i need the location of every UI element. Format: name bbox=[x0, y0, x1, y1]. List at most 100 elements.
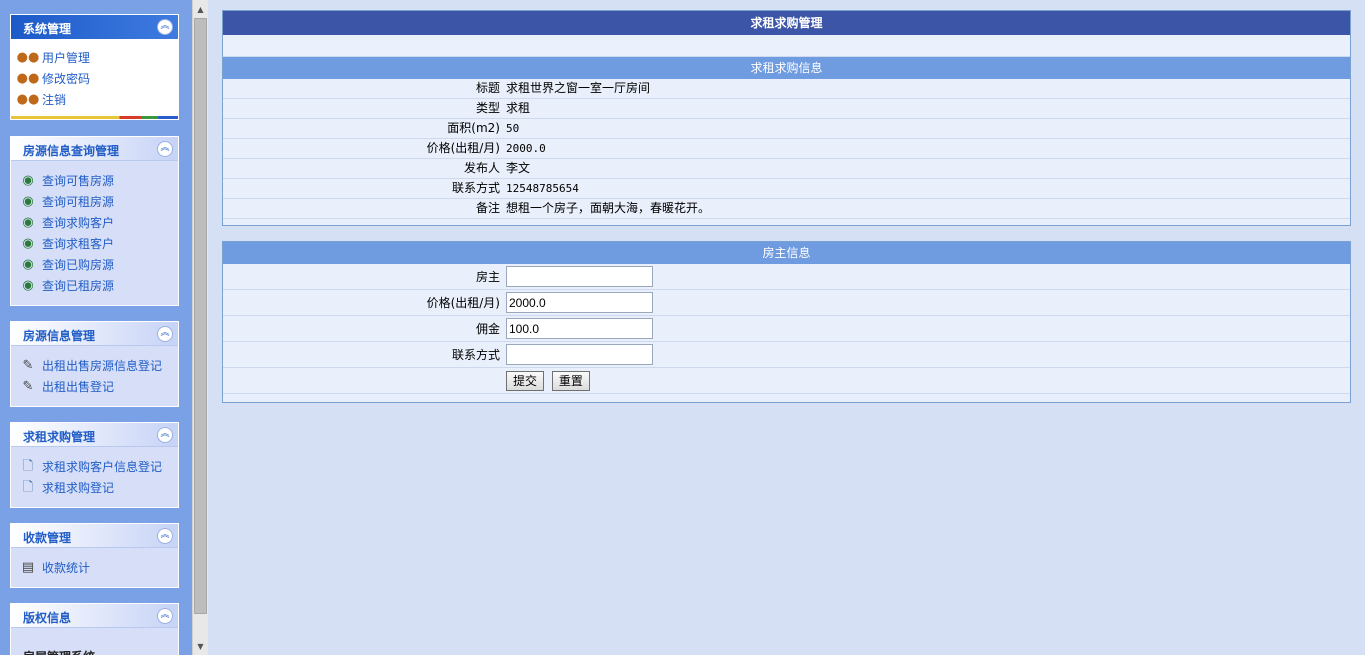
owner-name-input[interactable] bbox=[506, 266, 653, 287]
panel-header: 收款管理 ︽ bbox=[11, 524, 178, 548]
info-label: 标题 bbox=[475, 81, 500, 95]
sidebar-item-client-register[interactable]: 🗋 求租求购客户信息登记 bbox=[19, 456, 178, 477]
panel-body: 🗋 求租求购客户信息登记 🗋 求租求购登记 bbox=[11, 447, 178, 498]
form-row: 房主 bbox=[223, 264, 1350, 290]
color-strip bbox=[11, 116, 178, 119]
reset-button[interactable]: 重置 bbox=[551, 370, 590, 391]
edit-icon: ✎ bbox=[22, 378, 34, 394]
panel-title: 房源信息管理 bbox=[23, 329, 96, 343]
spacer-row bbox=[223, 35, 1350, 57]
scroll-up-arrow-icon[interactable]: ▲ bbox=[193, 2, 208, 18]
info-row: 发布人 李文 bbox=[223, 159, 1350, 179]
commission-input[interactable] bbox=[506, 318, 653, 339]
submit-button[interactable]: 提交 bbox=[506, 370, 545, 391]
globe-icon: ◉ bbox=[22, 256, 34, 272]
sidebar-item-label: 查询已租房源 bbox=[42, 278, 115, 293]
globe-icon: ◉ bbox=[22, 214, 34, 230]
users-icon: ●● bbox=[16, 49, 40, 65]
scroll-thumb[interactable] bbox=[194, 18, 207, 614]
info-row: 标题 求租世界之窗一室一厅房间 bbox=[223, 79, 1350, 99]
form-label: 价格(出租/月) bbox=[426, 296, 500, 310]
panel-body: ●● 用户管理 ●● 修改密码 ●● 注销 bbox=[11, 39, 178, 119]
panel-header: 系统管理 ︽ bbox=[11, 15, 178, 39]
scroll-down-arrow-icon[interactable]: ▼ bbox=[193, 639, 208, 655]
form-row-buttons: 提交 重置 bbox=[223, 368, 1350, 394]
statistics-icon: ▤ bbox=[21, 559, 35, 575]
info-label: 发布人 bbox=[463, 161, 500, 175]
collapse-icon[interactable]: ︽ bbox=[157, 427, 173, 443]
sidebar-item-logout[interactable]: ●● 注销 bbox=[16, 89, 178, 110]
panel-title: 版权信息 bbox=[23, 611, 72, 625]
info-label: 面积(m2) bbox=[447, 121, 500, 135]
info-label: 类型 bbox=[475, 101, 500, 115]
sidebar-item-query-sold[interactable]: ◉ 查询已购房源 bbox=[19, 254, 178, 275]
sidebar-item-query-buyers[interactable]: ◉ 查询求购客户 bbox=[19, 212, 178, 233]
sidebar-item-house-register[interactable]: ✎ 出租出售房源信息登记 bbox=[19, 355, 178, 376]
form-label: 联系方式 bbox=[451, 348, 500, 362]
panel-body: 房屋管理系统 bbox=[11, 628, 178, 655]
info-value: 想租一个房子，面朝大海，春暖花开。 bbox=[506, 201, 711, 215]
sidebar-item-rent-register[interactable]: 🗋 求租求购登记 bbox=[19, 477, 178, 498]
info-value: 50 bbox=[506, 122, 520, 135]
sidebar-item-query-renters[interactable]: ◉ 查询求租客户 bbox=[19, 233, 178, 254]
panel-title: 房源信息查询管理 bbox=[23, 144, 120, 158]
contact-input[interactable] bbox=[506, 344, 653, 365]
section-header: 求租求购信息 bbox=[223, 57, 1350, 79]
form-label: 佣金 bbox=[475, 322, 500, 336]
panel-header: 房源信息管理 ︽ bbox=[11, 322, 178, 346]
globe-icon: ◉ bbox=[22, 235, 34, 251]
panel-payment-management: 收款管理 ︽ ▤ 收款统计 bbox=[10, 523, 179, 588]
users-icon: ●● bbox=[16, 91, 40, 107]
sidebar-item-label: 查询已购房源 bbox=[42, 257, 115, 272]
sidebar-item-label: 查询可售房源 bbox=[42, 173, 115, 188]
collapse-icon[interactable]: ︽ bbox=[157, 141, 173, 157]
collapse-icon[interactable]: ︽ bbox=[157, 326, 173, 342]
sidebar-item-query-rented[interactable]: ◉ 查询已租房源 bbox=[19, 275, 178, 296]
sidebar-item-query-rent[interactable]: ◉ 查询可租房源 bbox=[19, 191, 178, 212]
rent-info-box: 求租求购管理 求租求购信息 标题 求租世界之窗一室一厅房间 类型 求租 面积(m… bbox=[222, 10, 1351, 226]
info-value: 2000.0 bbox=[506, 142, 546, 155]
globe-icon: ◉ bbox=[22, 172, 34, 188]
panel-header: 版权信息 ︽ bbox=[11, 604, 178, 628]
info-value: 求租 bbox=[506, 101, 531, 115]
sidebar-item-label: 修改密码 bbox=[42, 71, 91, 86]
panel-title: 收款管理 bbox=[23, 531, 72, 545]
sidebar-item-label: 查询可租房源 bbox=[42, 194, 115, 209]
collapse-icon[interactable]: ︽ bbox=[157, 19, 173, 35]
sidebar-item-payment-stats[interactable]: ▤ 收款统计 bbox=[19, 557, 178, 578]
sidebar-item-label: 出租出售房源信息登记 bbox=[42, 358, 163, 373]
sidebar-item-change-password[interactable]: ●● 修改密码 bbox=[17, 68, 178, 89]
section-header: 房主信息 bbox=[223, 242, 1350, 264]
collapse-icon[interactable]: ︽ bbox=[157, 528, 173, 544]
copyright-text: 房屋管理系统 bbox=[19, 637, 178, 655]
main-content: 求租求购管理 求租求购信息 标题 求租世界之窗一室一厅房间 类型 求租 面积(m… bbox=[208, 0, 1365, 655]
panel-header: 求租求购管理 ︽ bbox=[11, 423, 178, 447]
form-label: 房主 bbox=[475, 270, 500, 284]
sidebar-item-label: 注销 bbox=[42, 92, 67, 107]
form-row: 联系方式 bbox=[223, 342, 1350, 368]
sidebar-item-label: 出租出售登记 bbox=[42, 379, 115, 394]
collapse-icon[interactable]: ︽ bbox=[157, 608, 173, 624]
price-input[interactable] bbox=[506, 292, 653, 313]
panel-system-management: 系统管理 ︽ ●● 用户管理 ●● 修改密码 ●● 注销 bbox=[10, 14, 179, 120]
panel-body: ◉ 查询可售房源 ◉ 查询可租房源 ◉ 查询求购客户 ◉ 查询求租客户 ◉ 查询… bbox=[11, 161, 178, 296]
sidebar-scrollbar[interactable]: ▲ ▼ bbox=[192, 0, 208, 655]
info-label: 备注 bbox=[475, 201, 500, 215]
document-icon: 🗋 bbox=[22, 479, 34, 495]
panel-body: ✎ 出租出售房源信息登记 ✎ 出租出售登记 bbox=[11, 346, 178, 397]
sidebar-item-query-sale[interactable]: ◉ 查询可售房源 bbox=[19, 170, 178, 191]
panel-copyright: 版权信息 ︽ 房屋管理系统 bbox=[10, 603, 179, 655]
panel-header: 房源信息查询管理 ︽ bbox=[11, 137, 178, 161]
sidebar-item-label: 求租求购登记 bbox=[42, 480, 115, 495]
panel-body: ▤ 收款统计 bbox=[11, 548, 178, 578]
info-row: 价格(出租/月) 2000.0 bbox=[223, 139, 1350, 159]
sidebar-item-user-management[interactable]: ●● 用户管理 bbox=[16, 47, 178, 68]
sidebar-item-deal-register[interactable]: ✎ 出租出售登记 bbox=[19, 376, 178, 397]
document-icon: 🗋 bbox=[22, 458, 34, 474]
info-label: 联系方式 bbox=[451, 181, 500, 195]
info-value: 李文 bbox=[506, 161, 531, 175]
sidebar-item-label: 用户管理 bbox=[42, 50, 91, 65]
info-row: 类型 求租 bbox=[223, 99, 1350, 119]
form-row: 价格(出租/月) bbox=[223, 290, 1350, 316]
panel-title: 系统管理 bbox=[23, 22, 72, 36]
